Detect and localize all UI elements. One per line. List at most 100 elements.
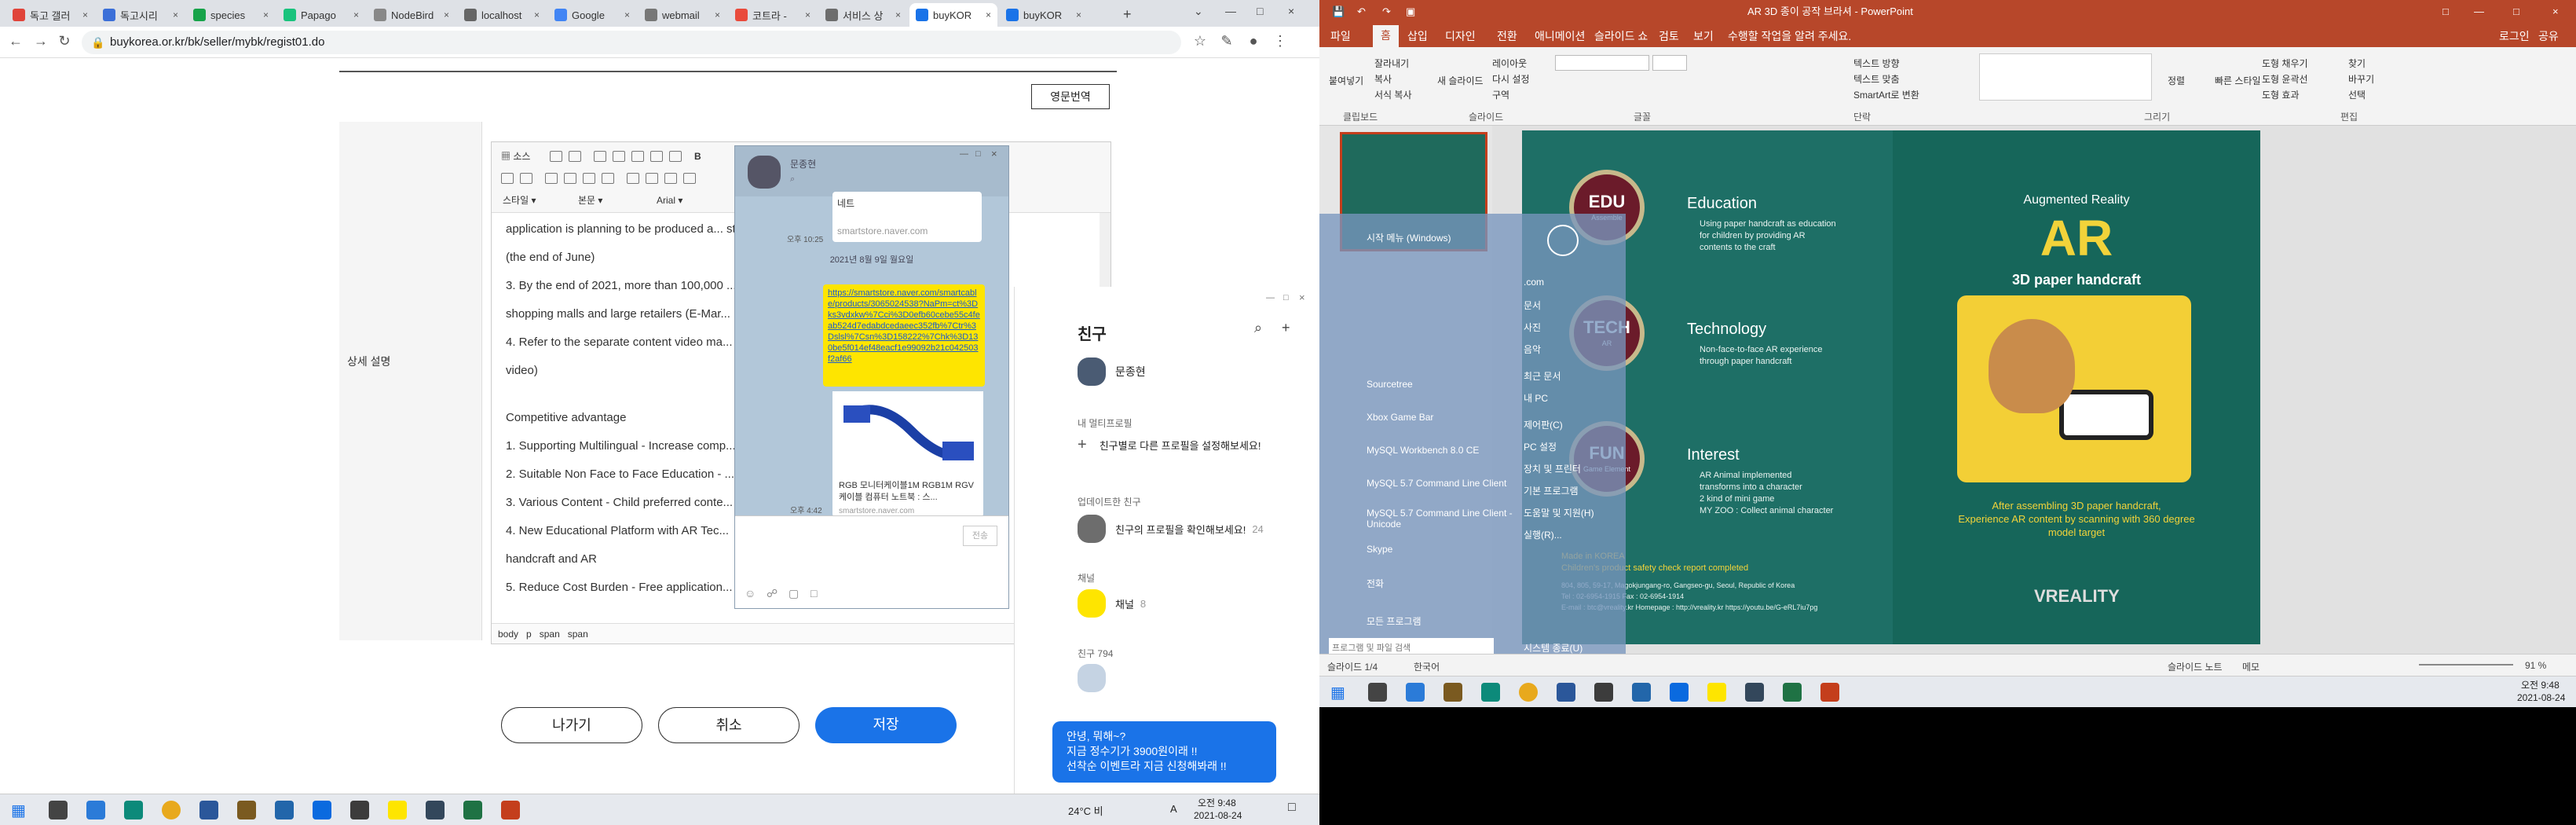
sourcetree-icon[interactable]: [426, 801, 445, 820]
browser-tab[interactable]: localhost ×: [458, 3, 546, 27]
link-message[interactable]: https://smartstore.naver.com/smartcable/…: [823, 284, 985, 387]
ribbon-tab[interactable]: 보기: [1693, 28, 1714, 44]
clock-date[interactable]: 2021-08-24: [1194, 810, 1242, 821]
windows-start-icon[interactable]: ▦: [11, 801, 26, 820]
chat-search-icon[interactable]: ⌕: [790, 174, 795, 185]
link-icon[interactable]: [669, 151, 682, 162]
start-program-item[interactable]: Sourcetree: [1367, 379, 1413, 390]
start-right-item[interactable]: 음악: [1524, 343, 1541, 356]
path-item[interactable]: body: [498, 629, 518, 640]
ribbon-button[interactable]: 도형 채우기: [2262, 57, 2308, 70]
reload-icon[interactable]: ↻: [55, 33, 74, 50]
blockquote-icon[interactable]: [583, 173, 595, 184]
tab-close-icon[interactable]: ×: [805, 9, 810, 20]
ribbon-tab[interactable]: 파일: [1330, 28, 1351, 44]
shapes-gallery[interactable]: [1979, 53, 2152, 101]
minimize-icon[interactable]: —: [960, 149, 968, 159]
send-button[interactable]: 전송: [963, 526, 997, 546]
notes-button[interactable]: 슬라이드 노트: [2168, 660, 2223, 673]
kakaotalk-icon[interactable]: [388, 801, 407, 820]
capture-icon[interactable]: □: [810, 587, 817, 600]
ordered-list-icon[interactable]: [501, 173, 514, 184]
vscode-icon[interactable]: [1406, 683, 1425, 702]
share-button[interactable]: 공유: [2538, 28, 2559, 44]
start-program-item[interactable]: MySQL Workbench 8.0 CE: [1367, 445, 1479, 456]
browser-tab[interactable]: buyKOR ×: [909, 3, 997, 27]
ribbon-button[interactable]: 서식 복사: [1374, 88, 1412, 101]
friends-window[interactable]: — □ × 친구 ⌕ + 문종현 내 멀티프로필 + 친구별로 다른 프로필을 …: [1014, 287, 1316, 794]
windows-start-icon[interactable]: ▦: [1330, 683, 1345, 702]
maximize-icon[interactable]: □: [1257, 5, 1263, 17]
friend-row[interactable]: [1078, 664, 1115, 692]
ribbon-options-icon[interactable]: □: [2442, 0, 2449, 24]
product-card[interactable]: RGB 모니터케이블1M RGB1M RGV케이블 컴퓨터 노트북 : 스...…: [832, 391, 983, 517]
start-right-item[interactable]: 장치 및 프린터: [1524, 462, 1581, 475]
align-center-icon[interactable]: [646, 173, 658, 184]
start-program-item[interactable]: Skype: [1367, 544, 1392, 555]
font-select[interactable]: Arial ▾: [657, 192, 682, 208]
source-button[interactable]: ▦ 소스: [501, 148, 530, 164]
menu-icon[interactable]: ⋮: [1271, 33, 1290, 50]
chrome-icon[interactable]: [1519, 683, 1538, 702]
align-right-icon[interactable]: [664, 173, 677, 184]
maps-icon[interactable]: [1670, 683, 1689, 702]
save-button[interactable]: 저장: [815, 707, 957, 743]
maximize-icon[interactable]: □: [975, 149, 981, 159]
browser-tab[interactable]: 서비스 상 ×: [819, 3, 907, 27]
link-preview-card[interactable]: 네트 smartstore.naver.com: [832, 192, 982, 242]
start-right-item[interactable]: 사진: [1524, 321, 1541, 334]
updated-friends-row[interactable]: 친구의 프로필을 확인해보세요! 24: [1078, 515, 1264, 543]
edge-icon[interactable]: [124, 801, 143, 820]
taskview-icon[interactable]: [49, 801, 68, 820]
ribbon-button[interactable]: 도형 효과: [2262, 88, 2300, 101]
clock-time[interactable]: 오전 9:48: [2521, 678, 2560, 691]
start-right-item[interactable]: 문서: [1524, 299, 1541, 312]
ribbon-button[interactable]: 구역: [1492, 88, 1509, 101]
unordered-list-icon[interactable]: [520, 173, 532, 184]
add-friend-icon[interactable]: +: [1282, 320, 1290, 336]
todo-icon[interactable]: [1632, 683, 1651, 702]
word-icon[interactable]: [199, 801, 218, 820]
chrome-icon[interactable]: [162, 801, 181, 820]
maximize-icon[interactable]: □: [2513, 0, 2519, 24]
all-programs-item[interactable]: 모든 프로그램: [1367, 614, 1422, 628]
exit-button[interactable]: 나가기: [501, 707, 642, 743]
ribbon-button[interactable]: 빠른 스타일: [2215, 74, 2261, 87]
style-select[interactable]: 스타일 ▾: [503, 192, 536, 208]
justify-icon[interactable]: [683, 173, 696, 184]
app-icon[interactable]: [350, 801, 369, 820]
ime-indicator[interactable]: A: [1170, 803, 1177, 815]
browser-tab[interactable]: NodeBird ×: [368, 3, 456, 27]
close-icon[interactable]: ×: [1288, 5, 1294, 17]
close-icon[interactable]: ×: [2552, 0, 2559, 24]
word-icon[interactable]: [1557, 683, 1575, 702]
minimize-icon[interactable]: —: [2474, 0, 2484, 24]
redo-icon[interactable]: [569, 151, 581, 162]
file-icon[interactable]: ▢: [789, 587, 799, 600]
ribbon-tab[interactable]: 검토: [1659, 28, 1679, 44]
save-icon[interactable]: 💾: [1332, 0, 1345, 24]
tab-close-icon[interactable]: ×: [534, 9, 540, 20]
new-tab-icon[interactable]: +: [1123, 6, 1132, 23]
start-program-item[interactable]: MySQL 5.7 Command Line Client - Unicode: [1367, 508, 1516, 530]
excel-icon[interactable]: [1783, 683, 1802, 702]
my-profile[interactable]: 문종현: [1078, 358, 1146, 386]
start-search-input[interactable]: 프로그램 및 파일 검색: [1329, 638, 1494, 655]
excel-icon[interactable]: [463, 801, 482, 820]
start-right-item[interactable]: 실행(R)...: [1524, 528, 1562, 541]
align-left-icon[interactable]: [627, 173, 639, 184]
ribbon-button[interactable]: 새 슬라이드: [1437, 74, 1484, 87]
todo-icon[interactable]: [275, 801, 294, 820]
undo-icon[interactable]: ↶: [1357, 0, 1366, 24]
tab-close-icon[interactable]: ×: [263, 9, 269, 20]
ribbon-button[interactable]: 레이아웃: [1492, 57, 1527, 70]
forward-icon[interactable]: →: [31, 33, 50, 50]
tab-search-icon[interactable]: ⌄: [1194, 5, 1203, 18]
start-right-item[interactable]: .com: [1524, 277, 1544, 288]
ribbon-button[interactable]: 도형 윤곽선: [2262, 72, 2308, 86]
tab-close-icon[interactable]: ×: [82, 9, 88, 20]
bold-icon[interactable]: B: [694, 148, 701, 164]
ribbon-tab[interactable]: 애니메이션: [1535, 28, 1585, 44]
font-size-combo[interactable]: [1652, 55, 1687, 71]
tab-close-icon[interactable]: ×: [895, 9, 901, 20]
